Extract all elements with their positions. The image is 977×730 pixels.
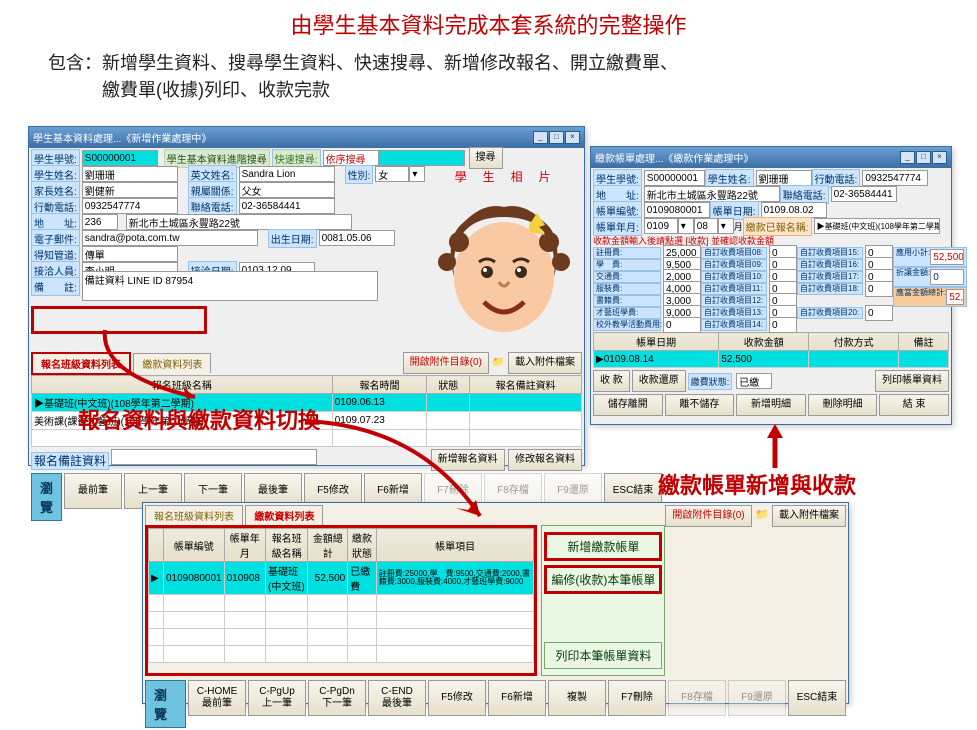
pay-status: 已繳 bbox=[736, 373, 772, 389]
enroll-note-label: 報名備註資料 bbox=[31, 452, 109, 470]
edit-enroll-button[interactable]: 修改報名資料 bbox=[508, 449, 582, 471]
email-input[interactable]: sandra@pota.com.tw bbox=[82, 230, 258, 246]
bill-class[interactable]: ▶基礎班(中文班)(108學年第二學期) bbox=[814, 218, 940, 234]
first-button[interactable]: 最前筆 bbox=[64, 473, 122, 509]
browse-button-2[interactable]: 瀏覽 bbox=[145, 680, 186, 728]
open-attach-button-2[interactable]: 開啟附件目錄(0) bbox=[665, 505, 751, 527]
pay-mobile: 0932547774 bbox=[862, 170, 928, 186]
sex-label: 性別: bbox=[345, 165, 374, 184]
student-window-titlebar[interactable]: 學生基本資料處理...《新增作業處理中》 _□× bbox=[29, 127, 584, 148]
payment-grid[interactable]: 帳單日期收款金額付款方式備註 ▶0109.08.1452,500 bbox=[593, 332, 949, 368]
sum-label: 應用小計: bbox=[896, 249, 930, 265]
bill-ym-label: 帳單年月: bbox=[593, 217, 642, 236]
phone-input[interactable]: 02-36584441 bbox=[239, 198, 335, 214]
quick-search-input[interactable] bbox=[379, 150, 465, 166]
pay-phone: 02-36584441 bbox=[831, 186, 897, 202]
relation-input[interactable]: 父女 bbox=[239, 182, 335, 198]
photo-label: 學 生 相 片 bbox=[427, 168, 580, 185]
print-bill-button[interactable]: 列印帳單資料 bbox=[875, 370, 949, 392]
sum-value: 52,500 bbox=[930, 249, 964, 265]
pay-phone-label: 聯絡電話: bbox=[780, 185, 829, 204]
total-value: 52,500 bbox=[946, 289, 964, 305]
table-row[interactable] bbox=[149, 646, 534, 663]
page-title: 由學生基本資料完成本套系統的完整操作 bbox=[0, 8, 977, 40]
add-detail-button[interactable]: 新增明細 bbox=[736, 394, 806, 416]
close-button[interactable]: 結 束 bbox=[879, 394, 949, 416]
address-input[interactable]: 新北市土城區永豐路22號 bbox=[126, 214, 352, 230]
load-attach-button[interactable]: 載入附件檔案 bbox=[508, 352, 582, 374]
sex-select[interactable]: 女 bbox=[375, 166, 409, 182]
note-label: 備 註: bbox=[31, 277, 80, 296]
pay-name-label: 學生姓名: bbox=[705, 169, 754, 188]
print-bill-row-button[interactable]: 列印本筆帳單資料 bbox=[544, 642, 662, 669]
payment-window: 繳款帳單處理...《繳款作業處理中》 _□× 學生學號:S00000001 學生… bbox=[590, 146, 952, 425]
bill-year[interactable]: 0109 bbox=[644, 218, 678, 234]
birth-label: 出生日期: bbox=[268, 229, 317, 248]
edit-bill-button[interactable]: 編修(收款)本筆帳單 bbox=[544, 565, 662, 594]
total-label: 應當金額總計: bbox=[896, 289, 946, 305]
parent-input[interactable]: 劉健新 bbox=[82, 182, 178, 198]
load-attach-button-2[interactable]: 載入附件檔案 bbox=[772, 505, 846, 527]
add-enroll-button[interactable]: 新增報名資料 bbox=[431, 449, 505, 471]
del-detail-button[interactable]: 刪除明細 bbox=[808, 394, 878, 416]
tab-payment-list-2[interactable]: 繳款資料列表 bbox=[245, 505, 323, 525]
payment-window-titlebar[interactable]: 繳款帳單處理...《繳款作業處理中》 _□× bbox=[591, 147, 951, 168]
source-input[interactable]: 傳單 bbox=[82, 246, 178, 262]
table-row[interactable] bbox=[149, 612, 534, 629]
student-name-input[interactable]: 劉珊珊 bbox=[82, 166, 178, 182]
table-row[interactable] bbox=[149, 595, 534, 612]
phone-label: 聯絡電話: bbox=[188, 197, 237, 216]
open-attach-button[interactable]: 開啟附件目錄(0) bbox=[403, 352, 489, 374]
quick-search-label: 快速搜尋: bbox=[272, 149, 321, 168]
student-id-input[interactable]: S00000001 bbox=[82, 150, 158, 166]
receive-button[interactable]: 收 款 bbox=[593, 370, 630, 392]
table-row[interactable] bbox=[149, 629, 534, 646]
student-photo bbox=[429, 187, 579, 347]
receive-undo-button[interactable]: 收款還原 bbox=[632, 370, 686, 392]
add-bill-button[interactable]: 新增繳款帳單 bbox=[544, 532, 662, 561]
annotation-2: 繳款帳單新增與收款 bbox=[658, 468, 856, 500]
enroll-note-input[interactable] bbox=[111, 449, 317, 465]
annotation-1: 報名資料與繳款資料切換 bbox=[78, 403, 320, 435]
save-exit-button[interactable]: 儲存離開 bbox=[593, 394, 663, 416]
table-row[interactable]: ▶0109080001010908基礎班(中文班)52,500已繳費註冊費:25… bbox=[149, 562, 534, 595]
tab-enroll-list[interactable]: 報名班級資料列表 bbox=[31, 352, 131, 375]
birth-input[interactable]: 0081.05.06 bbox=[319, 230, 395, 246]
pay-id: S00000001 bbox=[644, 170, 705, 186]
bill-class-label: 繳款已報名稱: bbox=[743, 217, 812, 236]
exit-nosave-button[interactable]: 離不儲存 bbox=[665, 394, 735, 416]
page-subtitle: 包含：新增學生資料、搜尋學生資料、快速搜尋、新增修改報名、開立繳費單、 繳費單(… bbox=[48, 50, 929, 104]
table-row[interactable]: ▶0109.08.1452,500 bbox=[594, 351, 949, 368]
tab-payment-list[interactable]: 繳款資料列表 bbox=[133, 353, 211, 373]
mobile-input[interactable]: 0932547774 bbox=[82, 198, 178, 214]
window-buttons[interactable]: _□× bbox=[532, 131, 580, 144]
discount-value[interactable]: 0 bbox=[930, 269, 964, 285]
payment-list-panel: 報名班級資料列表 繳款資料列表 開啟附件目錄(0) 📁 載入附件檔案 帳單編號帳… bbox=[142, 502, 849, 704]
payment-list-grid[interactable]: 帳單編號帳單年月報名班級名稱金額總計繳款狀態帳單項目 ▶010908000101… bbox=[148, 528, 534, 663]
bill-no[interactable]: 0109080001 bbox=[644, 202, 710, 218]
pay-status-label: 繳費狀態: bbox=[688, 373, 733, 390]
zip-input[interactable]: 236 bbox=[82, 214, 118, 230]
tab-enroll-list-2[interactable]: 報名班級資料列表 bbox=[145, 505, 243, 525]
arrow-3 bbox=[760, 424, 790, 468]
window-buttons[interactable]: _□× bbox=[899, 151, 947, 164]
browse-button[interactable]: 瀏覽 bbox=[31, 473, 62, 521]
eng-name-input[interactable]: Sandra Lion bbox=[239, 166, 335, 182]
sex-dropdown-icon[interactable]: ▾ bbox=[409, 166, 425, 182]
discount-label: 折讓金額: bbox=[896, 269, 930, 285]
note-input[interactable]: 備註資料 LINE ID 87954 bbox=[82, 271, 378, 301]
bill-month[interactable]: 08 bbox=[694, 218, 718, 234]
